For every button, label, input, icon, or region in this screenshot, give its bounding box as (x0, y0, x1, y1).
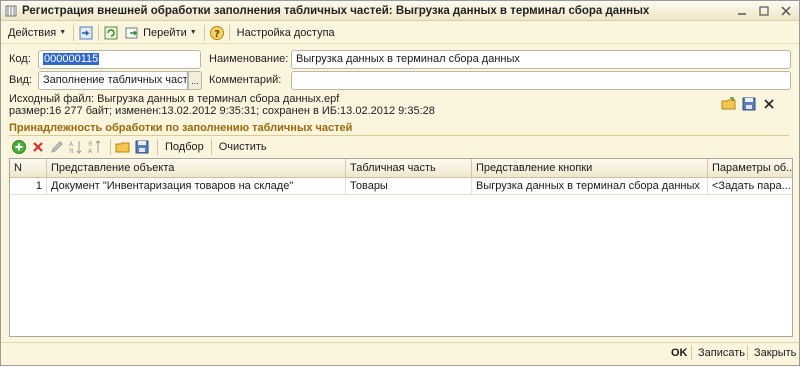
footer-divider (1, 342, 799, 343)
refresh-icon[interactable] (103, 25, 119, 41)
main-toolbar: Действия ▼ Перейти ▼ ? Настройка доступа (1, 22, 799, 44)
column-header-params[interactable]: Параметры об... (708, 159, 792, 177)
actions-label: Действия (8, 26, 57, 39)
sort-ascending-icon[interactable]: AЯ (68, 139, 84, 155)
clear-button[interactable]: Очистить (216, 138, 270, 156)
cell-part: Товары (346, 178, 472, 195)
kind-label: Вид: (9, 74, 32, 86)
dialog-window: Регистрация внешней обработки заполнения… (0, 0, 800, 366)
ok-button[interactable]: OK (671, 347, 688, 359)
goto-icon (124, 25, 140, 41)
pick-button[interactable]: Подбор (162, 138, 207, 156)
delete-file-icon[interactable] (761, 96, 777, 112)
access-settings-button[interactable]: Настройка доступа (234, 24, 338, 42)
comment-field[interactable] (291, 71, 791, 90)
actions-menu-button[interactable]: Действия ▼ (5, 24, 69, 42)
svg-text:?: ? (214, 29, 220, 40)
kind-field[interactable]: Заполнение табличных частей (38, 71, 188, 90)
column-header-button[interactable]: Представление кнопки (472, 159, 708, 177)
cell-object: Документ "Инвентаризация товаров на скла… (47, 178, 346, 195)
move-to-icon[interactable] (78, 25, 94, 41)
table-toolbar: AЯ ЯA Подбор Очистить (11, 138, 270, 156)
kind-value: Заполнение табличных частей (43, 74, 188, 86)
cell-n: 1 (10, 178, 47, 195)
cell-button: Выгрузка данных в терминал сбора данных (472, 178, 708, 195)
name-field[interactable]: Выгрузка данных в терминал сбора данных (291, 50, 791, 69)
svg-text:A: A (88, 148, 93, 155)
goto-label: Перейти (143, 26, 187, 39)
code-label: Код: (9, 53, 31, 65)
close-icon[interactable] (779, 4, 793, 18)
table-header: N Представление объекта Табличная часть … (10, 159, 792, 178)
sort-descending-icon[interactable]: ЯA (87, 139, 103, 155)
minimize-icon[interactable] (735, 4, 749, 18)
save-table-icon[interactable] (134, 139, 150, 155)
save-file-icon[interactable] (741, 96, 757, 112)
cell-params: <Задать пара... (708, 178, 792, 195)
column-header-part[interactable]: Табличная часть (346, 159, 472, 177)
svg-text:A: A (69, 141, 74, 148)
svg-text:Я: Я (69, 148, 73, 155)
section-title: Принадлежность обработки по заполнению т… (9, 122, 353, 134)
name-value: Выгрузка данных в терминал сбора данных (296, 53, 520, 65)
table-row[interactable]: 1 Документ "Инвентаризация товаров на ск… (10, 178, 792, 195)
save-button[interactable]: Записать (698, 347, 745, 359)
edit-row-icon[interactable] (49, 139, 65, 155)
form-icon (5, 5, 17, 17)
title-bar: Регистрация внешней обработки заполнения… (1, 1, 799, 21)
goto-menu-button[interactable]: Перейти ▼ (121, 24, 200, 42)
column-header-object[interactable]: Представление объекта (47, 159, 346, 177)
source-file-info: Исходный файл: Выгрузка данных в термина… (9, 93, 340, 105)
name-label: Наименование: (209, 53, 289, 65)
code-field[interactable]: 000000115 (38, 50, 201, 69)
delete-row-icon[interactable] (30, 139, 46, 155)
add-row-icon[interactable] (11, 139, 27, 155)
file-size-info: размер:16 277 байт; изменен:13.02.2012 9… (9, 105, 435, 117)
help-icon[interactable]: ? (209, 25, 225, 41)
ownership-table[interactable]: N Представление объекта Табличная часть … (9, 158, 793, 337)
load-folder-icon[interactable] (115, 139, 131, 155)
kind-pick-button[interactable]: ... (188, 71, 202, 90)
column-header-n[interactable]: N (10, 159, 47, 177)
access-label: Настройка доступа (236, 26, 335, 39)
code-value: 000000115 (43, 53, 100, 65)
comment-label: Комментарий: (209, 74, 282, 86)
section-divider (9, 135, 789, 136)
chevron-down-icon: ▼ (59, 29, 67, 36)
window-title: Регистрация внешней обработки заполнения… (22, 4, 650, 17)
svg-text:Я: Я (88, 141, 92, 148)
maximize-icon[interactable] (757, 4, 771, 18)
open-folder-icon[interactable] (721, 96, 737, 112)
close-button[interactable]: Закрыть (754, 347, 796, 359)
chevron-down-icon: ▼ (189, 29, 197, 36)
